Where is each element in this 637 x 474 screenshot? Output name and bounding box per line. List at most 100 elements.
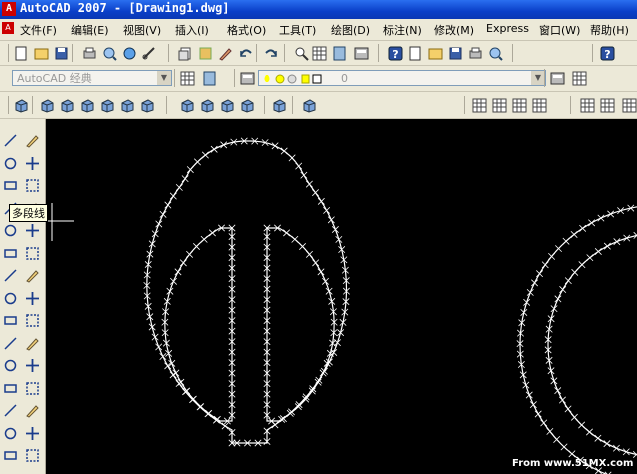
- print-icon[interactable]: [80, 44, 99, 63]
- toolbar-separator: [166, 96, 167, 114]
- viewport-4-icon[interactable]: [530, 96, 549, 115]
- menu-modify[interactable]: 修改(M): [434, 22, 474, 38]
- rectangle-icon[interactable]: [1, 221, 20, 240]
- ellipse-icon[interactable]: [1, 334, 20, 353]
- camera-icon[interactable]: [270, 96, 289, 115]
- sw-iso-icon[interactable]: [178, 96, 197, 115]
- mirror-icon[interactable]: [23, 176, 42, 195]
- toolbar-separator: [72, 44, 73, 62]
- circle-icon[interactable]: [1, 266, 20, 285]
- drawing-canvas[interactable]: [46, 119, 637, 474]
- make-block-icon[interactable]: [1, 401, 20, 420]
- line-icon[interactable]: [1, 131, 20, 150]
- menu-file[interactable]: 文件(F): [20, 22, 57, 38]
- se-iso-icon[interactable]: [198, 96, 217, 115]
- ellipse-arc-icon[interactable]: [1, 356, 20, 375]
- nw-iso-icon[interactable]: [238, 96, 257, 115]
- cut-icon[interactable]: [140, 44, 159, 63]
- construction-line-icon[interactable]: [1, 154, 20, 173]
- copy-icon[interactable]: [176, 44, 195, 63]
- menu-window[interactable]: 窗口(W): [539, 22, 580, 38]
- move-icon[interactable]: [23, 244, 42, 263]
- menu-edit[interactable]: 编辑(E): [71, 22, 109, 38]
- copy-object-icon[interactable]: [23, 154, 42, 173]
- menu-view[interactable]: 视图(V): [123, 22, 161, 38]
- front-view-icon[interactable]: [118, 96, 137, 115]
- menu-format[interactable]: 格式(O): [227, 22, 266, 38]
- save-icon[interactable]: [52, 44, 71, 63]
- properties-icon[interactable]: ?: [386, 44, 405, 63]
- open-icon[interactable]: [32, 44, 51, 63]
- zoom-previous-icon[interactable]: [352, 44, 371, 63]
- orbit-icon[interactable]: [578, 96, 597, 115]
- revision-cloud-icon[interactable]: [1, 289, 20, 308]
- layer-state-icon[interactable]: [570, 69, 589, 88]
- ne-iso-icon[interactable]: [218, 96, 237, 115]
- undo-icon[interactable]: [236, 44, 255, 63]
- left-view-icon[interactable]: [78, 96, 97, 115]
- menu-tools[interactable]: 工具(T): [279, 22, 316, 38]
- menu-express[interactable]: Express: [486, 22, 529, 35]
- menu-draw[interactable]: 绘图(D): [331, 22, 370, 38]
- fillet-icon[interactable]: [23, 446, 42, 465]
- markup-icon[interactable]: [466, 44, 485, 63]
- viewport-2-icon[interactable]: [490, 96, 509, 115]
- point-icon[interactable]: [1, 424, 20, 443]
- paste-icon[interactable]: [196, 44, 215, 63]
- tool-palettes-icon[interactable]: [426, 44, 445, 63]
- match-properties-icon[interactable]: [216, 44, 235, 63]
- continuous-orbit-icon[interactable]: [620, 96, 637, 115]
- workspace-save-icon[interactable]: [200, 69, 219, 88]
- layout-viewport-icon[interactable]: [470, 96, 489, 115]
- right-view-icon[interactable]: [98, 96, 117, 115]
- redo-icon[interactable]: [262, 44, 281, 63]
- preview-icon[interactable]: [100, 44, 119, 63]
- ucs-icon[interactable]: [300, 96, 319, 115]
- calculator-icon[interactable]: [486, 44, 505, 63]
- hatch-icon[interactable]: [1, 446, 20, 465]
- back-view-icon[interactable]: [138, 96, 157, 115]
- join-icon[interactable]: [23, 401, 42, 420]
- toolbar-separator: [174, 69, 175, 87]
- layer-state-icons[interactable]: [262, 73, 336, 85]
- bottom-view-icon[interactable]: [58, 96, 77, 115]
- erase-icon[interactable]: [23, 131, 42, 150]
- toolbar-separator: [592, 44, 593, 62]
- insert-block-icon[interactable]: [1, 379, 20, 398]
- zoom-realtime-icon[interactable]: [310, 44, 329, 63]
- menu-dimension[interactable]: 标注(N): [383, 22, 422, 38]
- trim-icon[interactable]: [23, 334, 42, 353]
- stretch-icon[interactable]: [23, 311, 42, 330]
- polyline-icon[interactable]: [1, 176, 20, 195]
- publish-icon[interactable]: [120, 44, 139, 63]
- free-orbit-icon[interactable]: [598, 96, 617, 115]
- drawing-geometry[interactable]: [46, 119, 637, 474]
- menu-help[interactable]: 帮助(H): [590, 22, 629, 38]
- layer-previous-icon[interactable]: [548, 69, 567, 88]
- break-icon[interactable]: [23, 379, 42, 398]
- extend-icon[interactable]: [23, 356, 42, 375]
- workspace-combo[interactable]: AutoCAD 经典 ▼: [12, 70, 172, 86]
- top-view-icon[interactable]: [38, 96, 57, 115]
- rotate-icon[interactable]: [23, 266, 42, 285]
- named-views-icon[interactable]: [12, 96, 31, 115]
- design-center-icon[interactable]: [406, 44, 425, 63]
- spline-icon[interactable]: [1, 311, 20, 330]
- menu-insert[interactable]: 插入(I): [175, 22, 209, 38]
- document-icon[interactable]: A: [2, 22, 14, 34]
- pan-icon[interactable]: [292, 44, 311, 63]
- chevron-down-icon[interactable]: ▼: [531, 71, 545, 85]
- new-icon[interactable]: [12, 44, 31, 63]
- zoom-window-icon[interactable]: [330, 44, 349, 63]
- autocad-icon[interactable]: A: [2, 2, 16, 16]
- chamfer-icon[interactable]: [23, 424, 42, 443]
- array-icon[interactable]: [23, 221, 42, 240]
- viewport-3-icon[interactable]: [510, 96, 529, 115]
- workspace-settings-icon[interactable]: [178, 69, 197, 88]
- help-icon[interactable]: ?: [598, 44, 617, 63]
- layer-manager-icon[interactable]: [238, 69, 257, 88]
- sheet-set-icon[interactable]: [446, 44, 465, 63]
- arc-icon[interactable]: [1, 244, 20, 263]
- chevron-down-icon[interactable]: ▼: [157, 71, 171, 85]
- scale-icon[interactable]: [23, 289, 42, 308]
